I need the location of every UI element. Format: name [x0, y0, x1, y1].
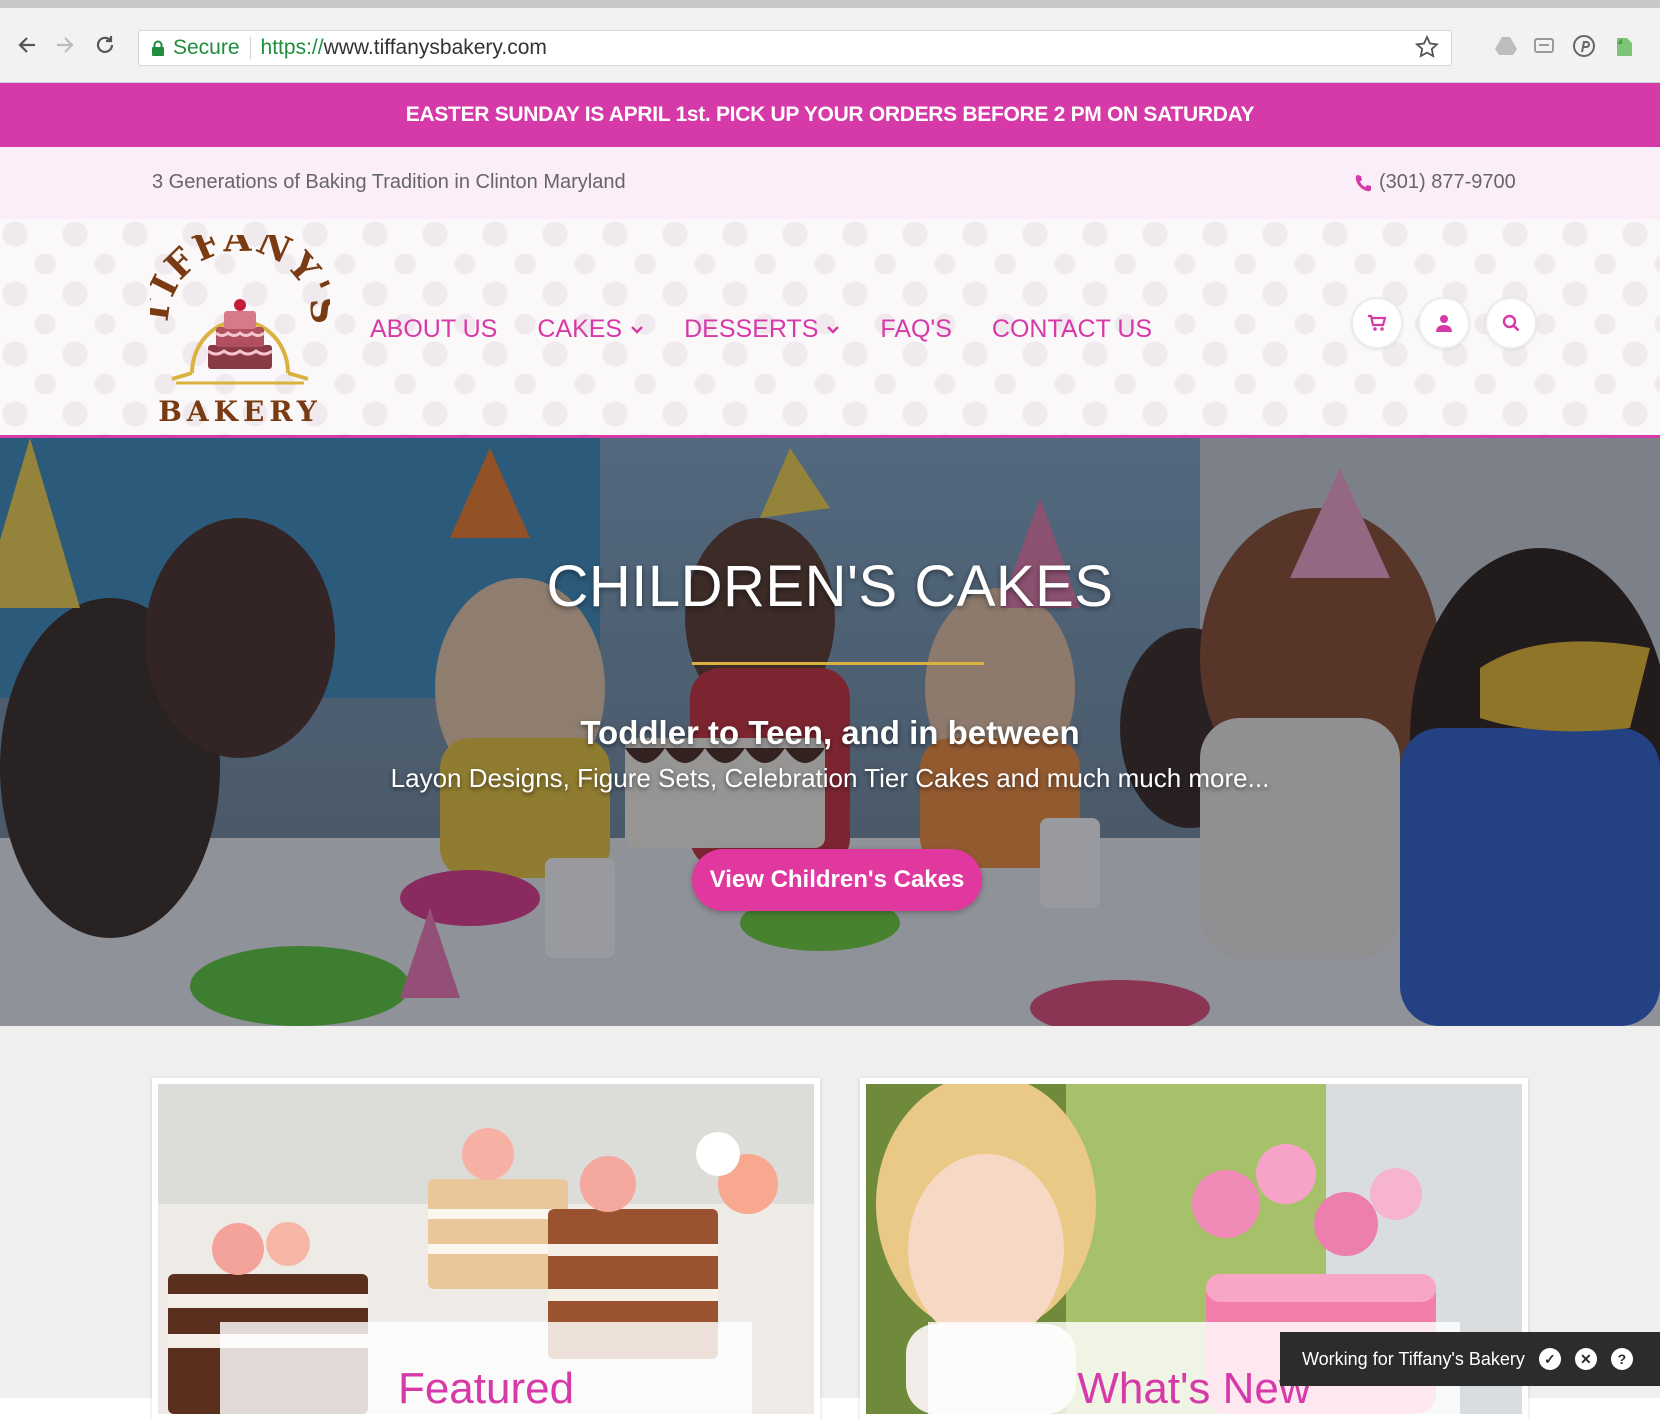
lock-icon — [152, 40, 164, 56]
reload-button[interactable] — [92, 32, 118, 58]
evernote-icon — [1617, 38, 1632, 56]
bookmark-star-button[interactable] — [1414, 34, 1440, 65]
secure-label: Secure — [173, 36, 240, 59]
forward-button[interactable] — [52, 32, 78, 58]
close-icon[interactable]: ✕ — [1574, 1348, 1597, 1370]
hero-title: CHILDREN'S CAKES — [546, 554, 1114, 619]
site-header: TIFFANY'S BAKERY ABOUT US CAKES DESSERTS — [0, 218, 1660, 438]
arrow-left-icon — [18, 37, 35, 53]
status-toast: Working for Tiffany's Bakery ✓ ✕ ? — [1280, 1332, 1660, 1386]
info-bar: 3 Generations of Baking Tradition in Cli… — [0, 147, 1660, 219]
account-button[interactable] — [1418, 297, 1470, 349]
secure-indicator[interactable]: Secure — [151, 36, 240, 60]
nav-about-us[interactable]: ABOUT US — [370, 315, 497, 344]
phone-link[interactable]: (301) 877-9700 — [1355, 171, 1516, 194]
hero-description: Layon Designs, Figure Sets, Celebration … — [390, 763, 1270, 793]
url-separator — [249, 37, 251, 59]
extension-evernote-button[interactable] — [1612, 34, 1636, 58]
back-button[interactable] — [14, 32, 40, 58]
logo-emblem: TIFFANY'S BAKERY — [134, 218, 344, 428]
nav-cakes[interactable]: CAKES — [537, 315, 644, 344]
drive-icon — [1495, 37, 1517, 55]
hero-divider — [692, 662, 984, 665]
address-bar[interactable]: Secure https://www.tiffanysbakery.com — [138, 30, 1452, 66]
help-icon[interactable]: ? — [1610, 1348, 1633, 1370]
featured-card[interactable]: Featured — [152, 1078, 820, 1420]
chevron-down-icon — [827, 325, 840, 334]
nav-contact-us[interactable]: CONTACT US — [992, 315, 1152, 344]
logo-bottom-text: BAKERY — [158, 395, 321, 428]
nav-about-us-label: ABOUT US — [370, 315, 498, 343]
logo[interactable]: TIFFANY'S BAKERY — [134, 218, 344, 435]
chevron-down-icon — [631, 325, 643, 334]
arrow-right-icon — [57, 37, 74, 53]
url-protocol: https:// — [260, 36, 324, 59]
nav-cakes-label: CAKES — [537, 315, 623, 343]
nav-desserts[interactable]: DESSERTS — [684, 315, 840, 344]
star-icon — [1414, 34, 1440, 58]
cart-icon — [1368, 314, 1387, 331]
nav-desserts-label: DESSERTS — [684, 315, 819, 343]
main-nav: ABOUT US CAKES DESSERTS FAQ'S CONTACT US — [370, 315, 1152, 344]
reload-icon — [96, 36, 114, 53]
extension-pinterest-button[interactable] — [1572, 34, 1596, 58]
user-icon — [1436, 315, 1452, 332]
search-icon — [1502, 314, 1520, 332]
view-childrens-cakes-button[interactable]: View Children's Cakes — [692, 849, 982, 911]
nav-contact-us-label: CONTACT US — [991, 315, 1153, 343]
featured-card-label: Featured — [220, 1322, 752, 1414]
search-button[interactable] — [1485, 297, 1537, 349]
url-host: www.tiffanysbakery.com — [323, 36, 547, 59]
toast-text: Working for Tiffany's Bakery — [1302, 1348, 1525, 1369]
phone-icon — [1355, 174, 1371, 191]
pinterest-icon — [1573, 35, 1595, 57]
nav-faqs[interactable]: FAQ'S — [880, 315, 951, 344]
browser-top-strip — [0, 0, 1660, 8]
extension-icon — [1534, 38, 1554, 53]
phone-number: (301) 877-9700 — [1379, 171, 1516, 193]
browser-toolbar: Secure https://www.tiffanysbakery.com — [0, 8, 1660, 83]
tagline: 3 Generations of Baking Tradition in Cli… — [152, 171, 626, 193]
cart-button[interactable] — [1351, 297, 1403, 349]
extension-drive-button[interactable] — [1494, 34, 1518, 58]
check-icon[interactable]: ✓ — [1538, 1348, 1561, 1370]
nav-faqs-label: FAQ'S — [880, 315, 952, 343]
extension-cast-button[interactable] — [1532, 34, 1556, 58]
announcement-bar: EASTER SUNDAY IS APRIL 1st. PICK UP YOUR… — [0, 83, 1660, 147]
hero-subtitle: Toddler to Teen, and in between — [580, 714, 1080, 751]
hero-banner: CHILDREN'S CAKES Toddler to Teen, and in… — [0, 438, 1660, 1026]
